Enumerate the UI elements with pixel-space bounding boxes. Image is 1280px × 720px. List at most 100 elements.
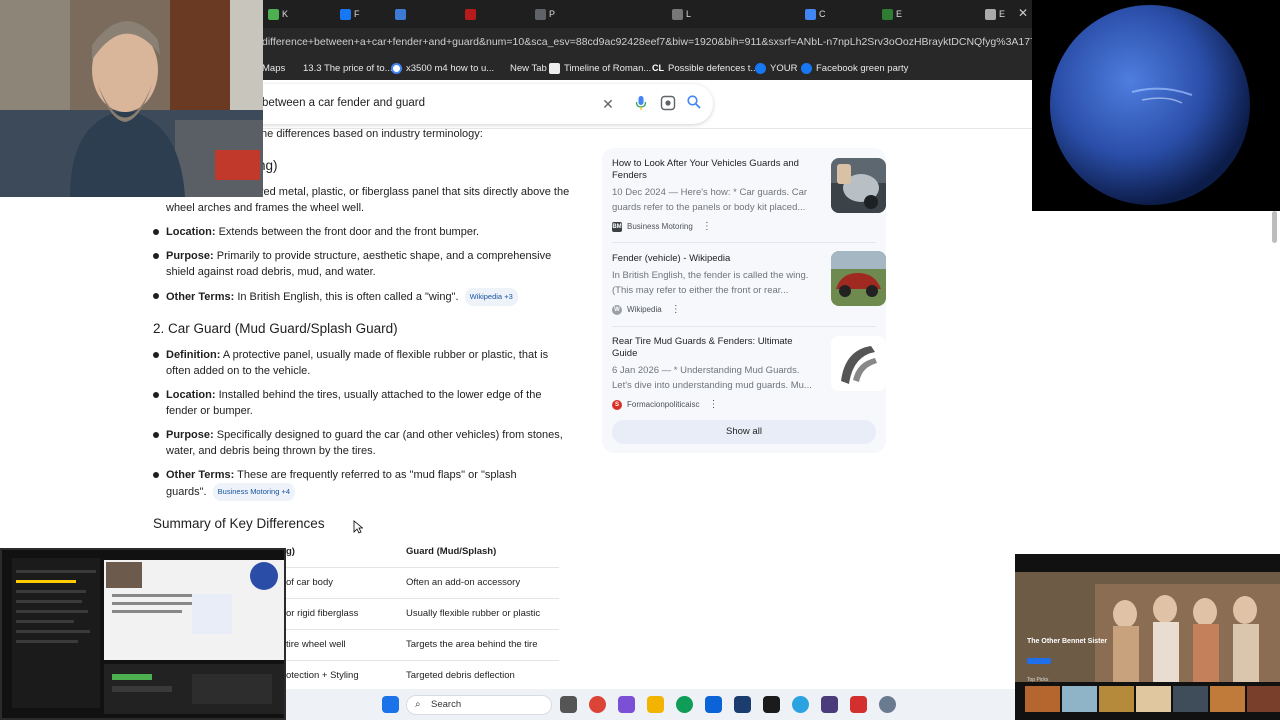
summary-heading: Summary of Key Differences [153, 516, 325, 531]
source-footer: BM Business Motoring ⋮ [612, 221, 877, 232]
bullet [153, 253, 159, 259]
source-snippet: In British English, the fender is called… [612, 270, 809, 296]
bookmark[interactable]: Maps [262, 61, 285, 75]
source-title[interactable]: Fender (vehicle) - Wikipedia [612, 253, 817, 265]
table-cell: Targeted debris deflection [406, 670, 515, 681]
source-thumbnail[interactable] [831, 251, 886, 306]
browser-tab[interactable]: P [535, 6, 555, 22]
definition-text-cont: wheel arches and frames the wheel well. [166, 202, 365, 214]
list-item: Location: Extends between the front door… [166, 226, 480, 238]
bookmark[interactable]: Facebook green party [801, 61, 908, 75]
source-site: Business Motoring [627, 222, 693, 231]
divider [612, 242, 876, 243]
store-icon[interactable] [734, 696, 751, 713]
app-icon[interactable] [618, 696, 635, 713]
bookmark[interactable]: CL Possible defences t... [652, 61, 758, 75]
table-cell: Targets the area behind the tire [406, 639, 538, 650]
bookmark[interactable]: Timeline of Roman... [549, 61, 651, 75]
close-icon[interactable]: ✕ [599, 95, 617, 113]
bullet [153, 293, 159, 299]
source-thumbnail[interactable] [831, 336, 886, 391]
search-icon: ⌕ [415, 699, 421, 710]
task-view-icon[interactable] [560, 696, 577, 713]
browser-tab[interactable]: E [985, 6, 1005, 22]
favicon-icon: W [612, 304, 622, 315]
definition-text: ved metal, plastic, or fiberglass panel … [258, 186, 570, 198]
bullet [153, 472, 159, 478]
section-heading-guard: 2. Car Guard (Mud Guard/Splash Guard) [153, 321, 398, 336]
section-label: Top Picks [1027, 677, 1049, 683]
browser-tab[interactable]: C [805, 6, 826, 22]
list-item: Purpose: Primarily to provide structure,… [166, 250, 552, 278]
bookmark[interactable]: 13.3 The price of to... [303, 61, 393, 75]
camera-lens-icon[interactable] [659, 95, 677, 113]
table-header-cell: Guard (Mud/Splash) [406, 546, 497, 557]
more-options-icon[interactable]: ⋮ [708, 399, 718, 410]
search-icon[interactable] [685, 95, 703, 113]
favicon-icon: S [612, 399, 622, 410]
more-options-icon[interactable]: ⋮ [671, 304, 681, 315]
bookmark[interactable]: YOUR [755, 61, 797, 75]
screen-preview-right: The Other Bennet Sister Top Picks [1015, 554, 1280, 720]
browser-tab[interactable]: L [672, 6, 691, 22]
sources-panel: How to Look After Your Vehicles Guards a… [602, 148, 886, 453]
settings-icon[interactable] [879, 696, 896, 713]
app-icon[interactable] [763, 696, 780, 713]
url-text: difference+between+a+car+fender+and+guar… [262, 36, 1032, 48]
file-explorer-icon[interactable] [647, 696, 664, 713]
source-site: Formacionpoliticaisc [627, 400, 700, 409]
search-box[interactable]: between a car fender and guard ✕ [200, 84, 713, 124]
browser-tab[interactable]: K [268, 6, 288, 22]
app-icon[interactable] [850, 696, 867, 713]
table-cell: Usually flexible rubber or plastic [406, 608, 541, 619]
webcam-overlay [0, 0, 263, 197]
table-cell: Often an add-on accessory [406, 577, 521, 588]
show-title: The Other Bennet Sister [1027, 638, 1108, 645]
chrome-icon[interactable] [589, 696, 606, 713]
list-item: Location: Installed behind the tires, us… [166, 389, 542, 417]
more-options-icon[interactable]: ⋮ [702, 221, 712, 232]
intro-text: the differences based on industry termin… [258, 128, 483, 140]
taskbar: ⌕ Search [286, 689, 1015, 720]
source-title[interactable]: How to Look After Your Vehicles Guards a… [612, 158, 817, 182]
table-cell: of car body [286, 577, 333, 588]
source-title[interactable]: Rear Tire Mud Guards & Fenders: Ultimate… [612, 336, 817, 360]
source-card[interactable]: Rear Tire Mud Guards & Fenders: Ultimate… [612, 336, 886, 410]
edge-icon[interactable] [676, 696, 693, 713]
source-thumbnail[interactable] [831, 158, 886, 213]
scrollbar[interactable] [1272, 211, 1277, 243]
browser-tab[interactable] [465, 6, 476, 22]
bullet [153, 392, 159, 398]
source-footer: S Formacionpoliticaisc ⋮ [612, 399, 877, 410]
source-site: Wikipedia [627, 305, 662, 314]
browser-tab[interactable]: F [340, 6, 360, 22]
windows-start-icon[interactable] [382, 696, 399, 713]
source-chip[interactable]: Business Motoring +4 [212, 483, 296, 501]
bookmark[interactable]: New Tab [510, 61, 547, 75]
bullet [153, 229, 159, 235]
mic-icon[interactable] [632, 95, 650, 113]
show-all-button[interactable]: Show all [612, 420, 876, 444]
taskbar-search[interactable]: ⌕ Search [406, 695, 552, 715]
app-icon[interactable] [821, 696, 838, 713]
list-item: Other Terms: These are frequently referr… [166, 467, 526, 501]
bullet [153, 352, 159, 358]
list-item: Purpose: Specifically designed to guard … [166, 429, 563, 457]
bookmark[interactable]: x3500 m4 how to u... [391, 61, 494, 75]
close-icon[interactable]: ✕ [1018, 6, 1028, 20]
screen-preview-left [0, 548, 286, 720]
list-item: Other Terms: In British English, this is… [166, 288, 571, 306]
browser-tab[interactable] [395, 6, 406, 22]
telegram-icon[interactable] [792, 696, 809, 713]
source-card[interactable]: How to Look After Your Vehicles Guards a… [612, 158, 886, 232]
source-chip[interactable]: Wikipedia +3 [464, 288, 518, 306]
source-card[interactable]: Fender (vehicle) - Wikipedia In British … [612, 251, 886, 315]
source-snippet: 10 Dec 2024 — Here's how: * Car guards. … [612, 187, 808, 213]
browser-tab[interactable]: E [882, 6, 902, 22]
source-snippet: 6 Jan 2026 — * Understanding Mud Guards.… [612, 365, 812, 391]
table-cell: otection + Styling [286, 670, 359, 681]
outlook-icon[interactable] [705, 696, 722, 713]
table-header-cell: g) [286, 546, 295, 557]
search-input[interactable]: between a car fender and guard [262, 97, 425, 109]
planet-image [1032, 0, 1280, 211]
